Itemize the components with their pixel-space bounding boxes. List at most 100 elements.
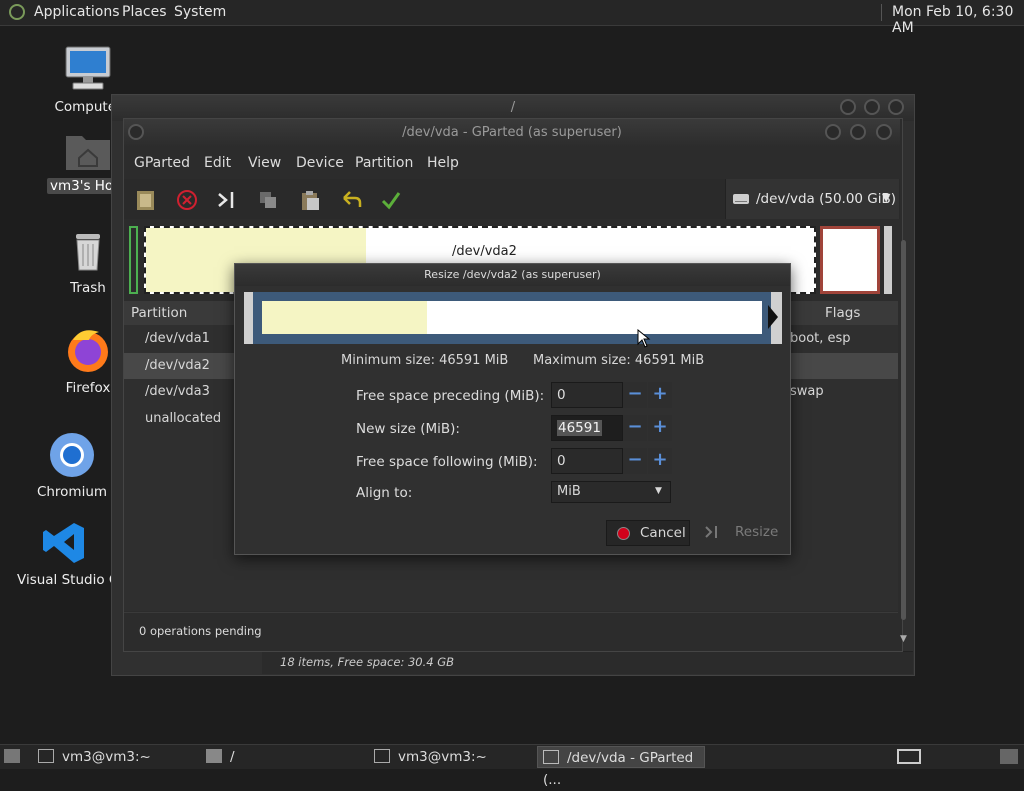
free-space-following-stepper: 0 − + xyxy=(551,448,672,474)
system-menu[interactable]: System xyxy=(174,4,226,20)
menu-edit[interactable]: Edit xyxy=(204,148,231,178)
used-space-bar xyxy=(262,301,427,334)
free-space-following-input[interactable]: 0 xyxy=(551,448,623,474)
resize-move-icon[interactable] xyxy=(215,188,239,212)
free-space-following-label: Free space following (MiB): xyxy=(356,454,538,470)
desktop-icon-label: Visual Studio Code xyxy=(17,572,113,588)
row-partition: /dev/vda2 xyxy=(145,358,210,373)
top-panel: Applications Places System Mon Feb 10, 6… xyxy=(0,0,1024,36)
show-desktop-icon[interactable] xyxy=(4,749,20,763)
partition-map-unallocated[interactable] xyxy=(884,226,892,294)
resize-move-icon xyxy=(705,526,717,538)
align-to-value: MiB xyxy=(557,484,581,499)
terminal-icon xyxy=(374,749,390,763)
cancel-icon xyxy=(617,527,630,540)
menu-help[interactable]: Help xyxy=(427,148,459,178)
increment-button[interactable]: + xyxy=(648,382,672,408)
gparted-titlebar[interactable]: /dev/vda - GParted (as superuser) xyxy=(124,119,900,147)
undo-icon[interactable] xyxy=(339,188,363,212)
column-header-partition[interactable]: Partition xyxy=(131,305,187,321)
desktop-icon-chromium[interactable]: Chromium xyxy=(27,430,117,500)
computer-icon xyxy=(65,46,111,90)
scrollbar-thumb[interactable] xyxy=(901,240,906,620)
resize-dialog: Resize /dev/vda2 (as superuser) Minimum … xyxy=(234,263,791,555)
partition-map-vda3[interactable] xyxy=(820,226,880,294)
partition-bar[interactable] xyxy=(262,301,762,334)
maximize-button[interactable] xyxy=(850,124,866,140)
workspace-switcher-icon[interactable] xyxy=(897,749,921,764)
scroll-down-icon[interactable]: ▼ xyxy=(900,634,907,644)
gparted-statusbar: 0 operations pending xyxy=(124,612,898,650)
close-button[interactable] xyxy=(888,99,904,115)
menu-partition[interactable]: Partition xyxy=(355,148,413,178)
close-button[interactable] xyxy=(876,124,892,140)
menu-view[interactable]: View xyxy=(248,148,281,178)
menu-device[interactable]: Device xyxy=(296,148,344,178)
copy-icon[interactable] xyxy=(256,188,280,212)
chevron-down-icon: ▼ xyxy=(655,486,662,496)
delete-icon[interactable] xyxy=(175,188,199,212)
cancel-label: Cancel xyxy=(640,525,686,541)
window-menu-button[interactable] xyxy=(128,124,144,140)
dropdown-arrow-icon: ▼ xyxy=(882,191,891,204)
new-size-label: New size (MiB): xyxy=(356,421,460,437)
row-flags: boot, esp xyxy=(790,331,851,346)
gparted-menubar: GParted Edit View Device Partition Help xyxy=(124,148,900,178)
folder-icon xyxy=(206,749,222,763)
paste-icon[interactable] xyxy=(298,188,322,212)
resize-label: Resize xyxy=(735,524,779,540)
resizer-frame[interactable] xyxy=(244,292,782,344)
resize-button[interactable]: Resize xyxy=(699,520,783,546)
scrollbar[interactable] xyxy=(900,232,908,620)
decrement-button[interactable]: − xyxy=(623,448,647,474)
minimize-button[interactable] xyxy=(825,124,841,140)
new-size-input[interactable]: 46591 xyxy=(551,415,623,441)
trash-icon xyxy=(76,234,100,271)
cancel-button[interactable]: Cancel xyxy=(606,520,690,546)
home-folder-icon xyxy=(66,136,110,170)
applications-menu[interactable]: Applications xyxy=(34,4,120,20)
desktop-icon-label: vm3's Home xyxy=(47,178,114,194)
column-header-flags[interactable]: Flags xyxy=(825,305,860,321)
maximize-button[interactable] xyxy=(864,99,880,115)
free-space-preceding-label: Free space preceding (MiB): xyxy=(356,388,545,404)
chromium-icon xyxy=(50,433,94,477)
trash-applet-icon[interactable] xyxy=(1000,749,1018,764)
menu-gparted[interactable]: GParted xyxy=(134,148,190,178)
distro-logo-icon[interactable] xyxy=(9,4,25,20)
file-manager-statusbar: 18 items, Free space: 30.4 GB xyxy=(262,651,913,674)
partition-map-vda1[interactable] xyxy=(129,226,138,294)
minimum-size-text: Minimum size: 46591 MiB xyxy=(341,353,509,368)
free-space-preceding-stepper: 0 − + xyxy=(551,382,672,408)
resize-left-handle[interactable] xyxy=(244,292,253,344)
dialog-titlebar[interactable]: Resize /dev/vda2 (as superuser) xyxy=(235,264,790,286)
device-selector[interactable]: /dev/vda (50.00 GiB) ▼ xyxy=(725,179,899,219)
terminal-icon xyxy=(38,749,54,763)
places-menu[interactable]: Places xyxy=(122,4,167,20)
partition-map-label: /dev/vda2 xyxy=(452,244,517,259)
decrement-button[interactable]: − xyxy=(623,382,647,408)
file-manager-title: / xyxy=(510,100,516,115)
device-selector-label: /dev/vda (50.00 GiB) xyxy=(756,191,897,207)
align-to-label: Align to: xyxy=(356,485,413,501)
maximum-size-text: Maximum size: 46591 MiB xyxy=(533,353,705,368)
apply-icon[interactable] xyxy=(379,188,403,212)
increment-button[interactable]: + xyxy=(648,415,672,441)
clock[interactable]: Mon Feb 10, 6:30 AM xyxy=(892,4,1024,36)
taskbar-item-terminal[interactable]: vm3@vm3:~ xyxy=(38,746,198,768)
minimize-button[interactable] xyxy=(840,99,856,115)
align-to-select[interactable]: MiB ▼ xyxy=(551,481,671,503)
resize-arrow-icon xyxy=(768,305,778,329)
free-space-preceding-input[interactable]: 0 xyxy=(551,382,623,408)
desktop-icon-vscode[interactable]: Visual Studio Code xyxy=(17,520,113,588)
taskbar-item-label: /dev/vda - GParted (... xyxy=(543,750,694,788)
vscode-icon xyxy=(43,523,84,563)
taskbar-item-terminal[interactable]: vm3@vm3:~ xyxy=(374,746,534,768)
decrement-button[interactable]: − xyxy=(623,415,647,441)
row-partition: /dev/vda3 xyxy=(145,384,210,399)
file-manager-status-text: 18 items, Free space: 30.4 GB xyxy=(280,655,455,669)
taskbar-item-gparted[interactable]: /dev/vda - GParted (... xyxy=(537,746,705,788)
new-partition-icon[interactable] xyxy=(134,188,158,212)
taskbar-item-file-manager[interactable]: / xyxy=(206,746,366,768)
increment-button[interactable]: + xyxy=(648,448,672,474)
